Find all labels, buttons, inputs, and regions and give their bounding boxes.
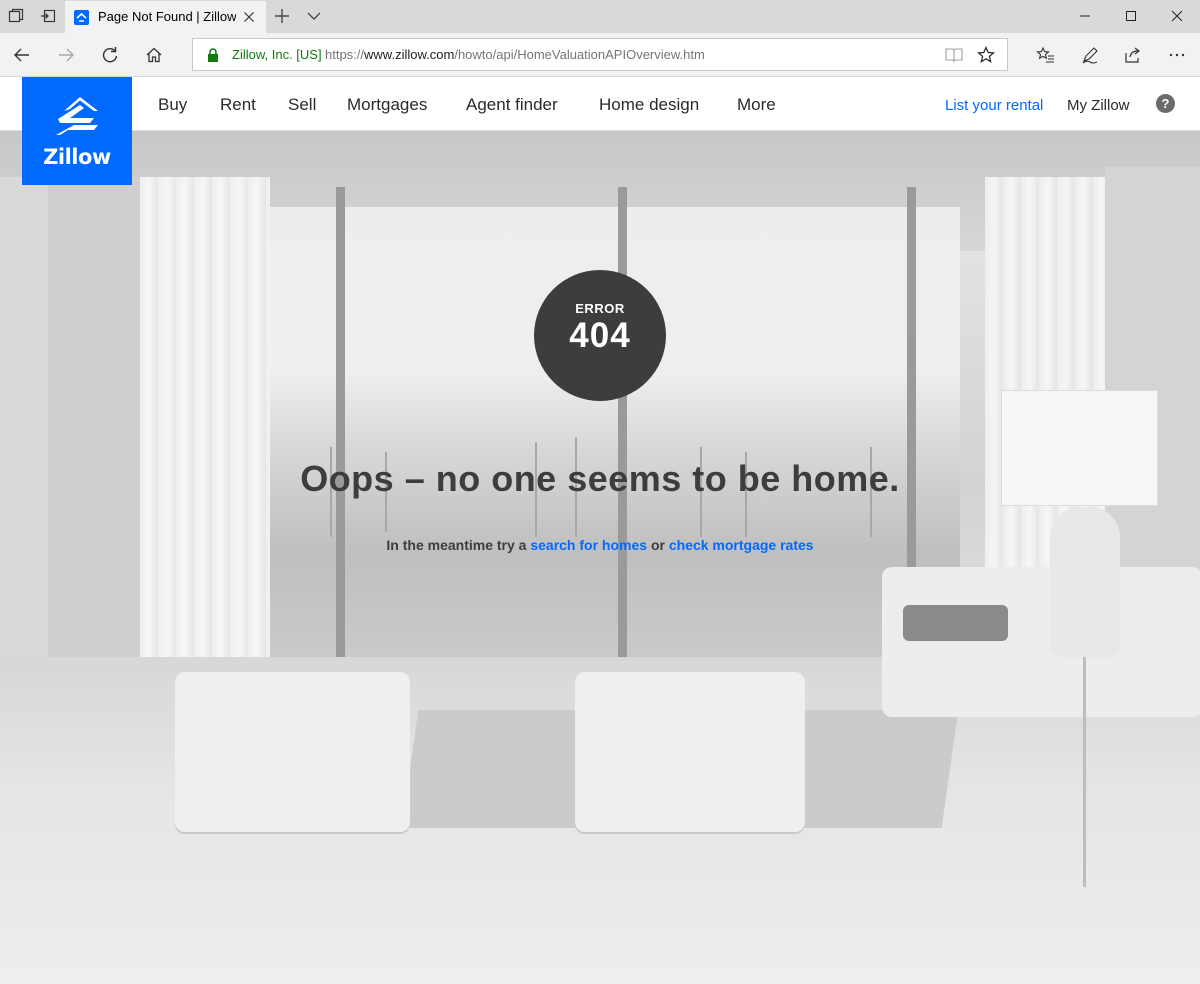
error-code: 404 [569, 316, 631, 355]
nav-more[interactable]: More [737, 95, 776, 115]
nav-buy[interactable]: Buy [158, 95, 187, 115]
list-your-rental-link[interactable]: List your rental [945, 97, 1043, 114]
my-zillow-link[interactable]: My Zillow [1067, 97, 1130, 114]
refresh-icon[interactable] [100, 45, 120, 65]
mortgage-rates-link[interactable]: check mortgage rates [669, 537, 814, 553]
living-room-background-image [0, 77, 1200, 984]
site-identity[interactable]: Zillow, Inc. [US] [232, 47, 322, 62]
more-menu-icon[interactable] [1167, 45, 1187, 65]
site-header: Buy Rent Sell Mortgages Agent finder Hom… [0, 77, 1200, 131]
home-icon[interactable] [144, 45, 164, 65]
active-tab[interactable]: Page Not Found | Zillow [65, 1, 266, 33]
nav-sell[interactable]: Sell [288, 95, 316, 115]
pen-icon[interactable] [1080, 45, 1100, 65]
logo-text: Zillow [43, 145, 111, 169]
nav-agent-finder[interactable]: Agent finder [466, 95, 558, 115]
favorites-hub-icon[interactable] [1036, 45, 1056, 65]
minimize-icon[interactable] [1075, 6, 1095, 26]
forward-arrow-icon[interactable] [56, 45, 76, 65]
web-page: Buy Rent Sell Mortgages Agent finder Hom… [0, 77, 1200, 984]
suggestion-prefix: In the meantime try a [386, 537, 527, 553]
star-icon[interactable] [977, 46, 995, 64]
nav-mortgages[interactable]: Mortgages [347, 95, 427, 115]
help-icon[interactable]: ? [1156, 94, 1175, 113]
error-badge: ERROR 404 [534, 270, 666, 401]
lock-icon [208, 48, 218, 62]
close-window-icon[interactable] [1167, 6, 1187, 26]
tab-title: Page Not Found | Zillow [98, 9, 236, 24]
error-suggestion: In the meantime try a search for homes o… [0, 537, 1200, 553]
browser-tab-bar: Page Not Found | Zillow [0, 0, 1200, 33]
close-tab-icon[interactable] [241, 9, 257, 25]
nav-rent[interactable]: Rent [220, 95, 256, 115]
tab-groups-icon[interactable] [8, 8, 24, 24]
browser-toolbar: Zillow, Inc. [US] https://www.zillow.com… [0, 33, 1200, 77]
share-icon[interactable] [1123, 45, 1143, 65]
chevron-down-icon[interactable] [306, 8, 322, 24]
reading-view-icon[interactable] [945, 47, 963, 63]
error-headline: Oops – no one seems to be home. [300, 458, 900, 499]
nav-home-design[interactable]: Home design [599, 95, 699, 115]
url-text[interactable]: https://www.zillow.com/howto/api/HomeVal… [325, 47, 705, 62]
zillow-favicon-icon [74, 10, 89, 25]
set-aside-tabs-icon[interactable] [40, 8, 56, 24]
address-bar[interactable]: Zillow, Inc. [US] https://www.zillow.com… [192, 38, 1008, 71]
back-arrow-icon[interactable] [12, 45, 32, 65]
search-homes-link[interactable]: search for homes [530, 537, 647, 553]
zillow-house-icon [56, 97, 98, 135]
maximize-icon[interactable] [1121, 6, 1141, 26]
new-tab-icon[interactable] [274, 8, 290, 24]
zillow-logo[interactable]: Zillow [22, 77, 132, 185]
suggestion-or: or [650, 537, 665, 553]
error-label: ERROR [575, 301, 625, 316]
